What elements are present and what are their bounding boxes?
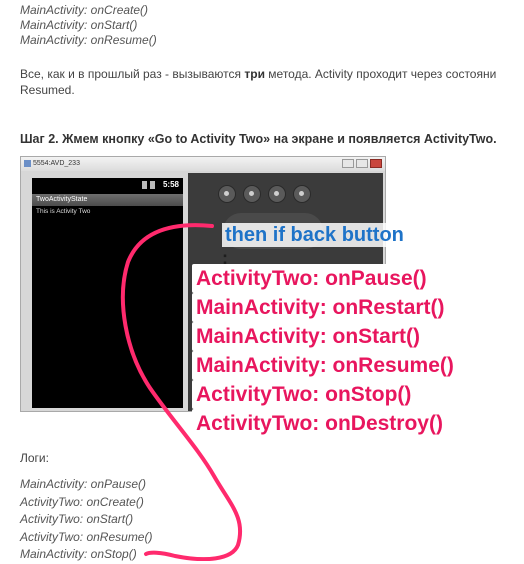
log-line: ActivityTwo: onResume() — [20, 529, 153, 544]
log-line: ActivityTwo: onStart() — [20, 512, 134, 526]
volume-up-icon — [268, 185, 286, 203]
bottom-log-block: MainActivity: onPause() ActivityTwo: onC… — [20, 476, 152, 564]
app-title-bar: TwoActivityState — [32, 194, 183, 206]
paragraph-text: Resumed. — [20, 83, 75, 97]
annotation-line: MainActivity: onStart() — [192, 322, 425, 351]
step-heading: Шаг 2. Жмем кнопку «Go to Activity Two» … — [20, 132, 497, 146]
annotation-line: ActivityTwo: onPause() — [192, 264, 431, 293]
annotation-line: MainActivity: onResume() — [192, 351, 458, 380]
status-icons — [142, 181, 155, 189]
paragraph-text: Все, как и в прошлый раз - вызываются — [20, 67, 245, 81]
log-line: ActivityTwo: onCreate() — [20, 494, 144, 509]
minimize-icon — [342, 159, 354, 168]
phone-screen: 5:58 TwoActivityState This is Activity T… — [32, 178, 183, 408]
signal-icon — [142, 181, 147, 189]
log-line: MainActivity: onCreate() — [20, 3, 149, 17]
emulator-window-title: 5554:AVD_233 — [33, 160, 80, 167]
status-clock: 5:58 — [162, 180, 179, 189]
app-content-text: This is Activity Two — [36, 208, 91, 215]
description-paragraph: Все, как и в прошлый раз - вызываются тр… — [20, 66, 524, 98]
log-line: MainActivity: onResume() — [20, 33, 157, 47]
annotation-list: ActivityTwo: onPause() MainActivity: onR… — [192, 264, 458, 438]
battery-icon — [150, 181, 155, 189]
logs-label: Логи: — [20, 451, 49, 465]
status-bar: 5:58 — [32, 178, 183, 193]
window-icon — [24, 160, 31, 167]
annotation-line: ActivityTwo: onStop() — [192, 380, 416, 409]
log-line: MainActivity: onPause() — [20, 477, 147, 491]
power-icon — [293, 185, 311, 203]
emulator-titlebar: 5554:AVD_233 — [21, 157, 385, 171]
volume-down-icon — [243, 185, 261, 203]
maximize-icon — [356, 159, 368, 168]
paragraph-text: метода. Activity проходит через состояни — [264, 67, 497, 81]
paragraph-bold: три — [244, 67, 265, 81]
log-line: MainActivity: onStart() — [20, 18, 138, 32]
top-log-block: MainActivity: onCreate() MainActivity: o… — [20, 3, 157, 48]
annotation-line: ActivityTwo: onDestroy() — [192, 409, 447, 438]
annotation-heading: then if back button — [222, 223, 407, 247]
close-icon — [370, 159, 382, 168]
window-buttons — [342, 159, 382, 168]
annotation-line: MainActivity: onRestart() — [192, 293, 449, 322]
camera-icon — [218, 185, 236, 203]
